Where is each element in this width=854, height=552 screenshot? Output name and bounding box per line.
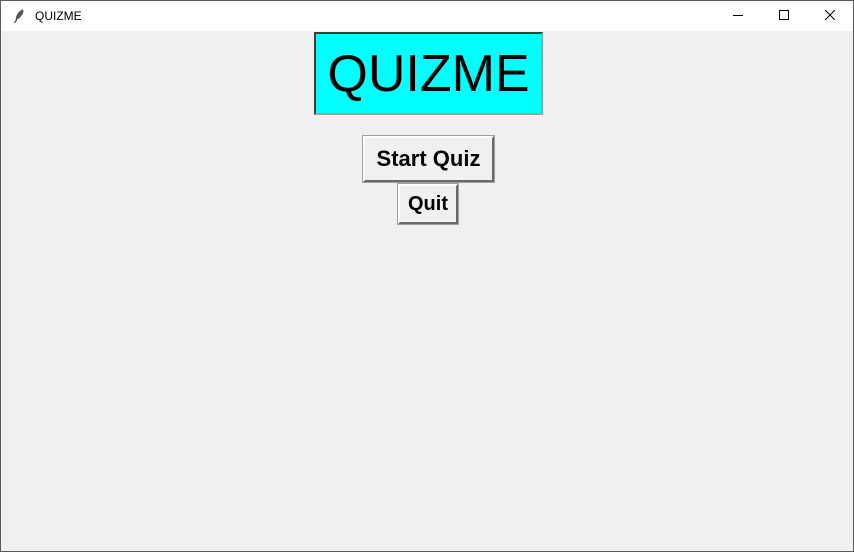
app-window: QUIZME QUIZME Start Quiz Quit: [0, 0, 854, 552]
quit-button[interactable]: Quit: [398, 184, 458, 224]
close-button[interactable]: [807, 1, 853, 31]
window-title: QUIZME: [35, 9, 82, 23]
minimize-icon: [733, 7, 743, 25]
maximize-button[interactable]: [761, 1, 807, 31]
maximize-icon: [779, 7, 789, 25]
title-bar[interactable]: QUIZME: [1, 1, 853, 31]
feather-icon: [11, 8, 27, 24]
minimize-button[interactable]: [715, 1, 761, 31]
start-quiz-button[interactable]: Start Quiz: [363, 136, 494, 182]
close-icon: [824, 7, 836, 25]
main-content: QUIZME Start Quiz Quit: [1, 31, 853, 551]
page-title: QUIZME: [314, 32, 543, 115]
